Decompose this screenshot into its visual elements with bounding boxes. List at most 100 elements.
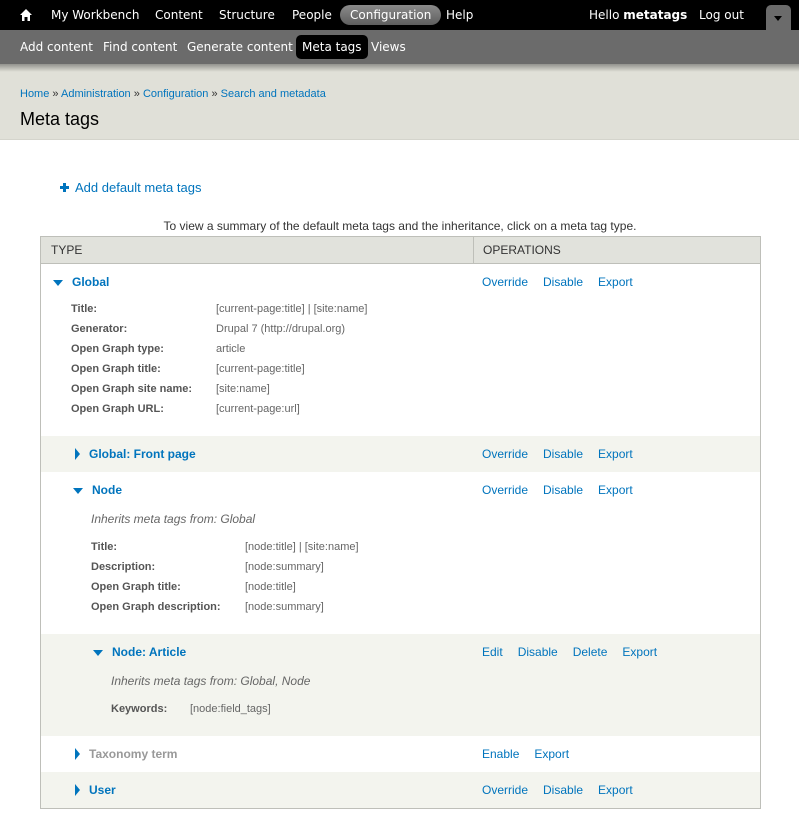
tag-value: article [216,343,246,355]
breadcrumb-search-and-metadata[interactable]: Search and metadata [221,88,326,100]
override-link[interactable]: Override [482,783,528,797]
export-link[interactable]: Export [534,747,569,761]
operations: Override Disable Export [482,445,648,463]
tag-value: [node:title] | [site:name] [245,541,359,553]
override-link[interactable]: Override [482,275,528,289]
tag-label: Title: [91,541,118,553]
toolbar-item-my-workbench[interactable]: My Workbench [51,0,139,30]
page-header: Home » Administration » Configuration » … [0,64,799,140]
tag-label: Keywords: [111,703,168,715]
type-name: Taxonomy term [89,747,178,761]
enable-link[interactable]: Enable [482,747,519,761]
breadcrumb-administration[interactable]: Administration [61,88,131,100]
plus-icon [60,183,69,192]
collapsed-triangle-icon [75,784,80,796]
table-row-global-front-page: Global: Front page Override Disable Export [41,436,760,472]
column-header-operations: Operations [483,243,561,257]
edit-link[interactable]: Edit [482,645,503,659]
tag-label: Open Graph description: [91,601,221,613]
table-header: Type Operations [41,237,760,264]
username[interactable]: metatags [623,8,687,22]
shortcut-views[interactable]: Views [365,35,412,59]
tag-label: Description: [91,561,156,573]
toolbar-item-help[interactable]: Help [446,0,473,30]
disable-link[interactable]: Disable [543,483,583,497]
disable-link[interactable]: Disable [518,645,558,659]
breadcrumb-separator: » [211,88,218,100]
tag-label: Open Graph site name: [71,383,193,395]
collapsed-triangle-icon [75,448,80,460]
operations: Override Disable Export [482,481,648,499]
expanded-triangle-icon [73,488,83,494]
type-toggle-node-article[interactable]: Node: Article [93,643,186,661]
tag-value: [site:name] [216,383,270,395]
meta-tags-table: Type Operations Global Override Disable Ex… [40,236,761,809]
home-icon[interactable] [19,8,33,22]
shortcuts-bar: Add content Find content Generate conten… [0,30,799,64]
disable-link[interactable]: Disable [543,275,583,289]
export-link[interactable]: Export [598,275,633,289]
tag-label: Generator: [71,323,128,335]
caret-down-icon [774,16,782,21]
shortcut-meta-tags[interactable]: Meta tags [296,35,368,59]
operations: Edit Disable Delete Export [482,643,672,661]
greeting-prefix: Hello [589,8,620,22]
shortcut-add-content[interactable]: Add content [14,35,99,59]
logout-link[interactable]: Log out [699,0,744,30]
operations: Override Disable Export [482,273,648,291]
toolbar-item-people[interactable]: People [292,0,332,30]
add-default-meta-tags-label: Add default meta tags [75,180,202,195]
admin-toolbar: My Workbench Content Structure People Co… [0,0,799,30]
delete-link[interactable]: Delete [573,645,608,659]
toolbar-shadow [0,64,799,72]
operations: Override Disable Export [482,781,648,799]
export-link[interactable]: Export [622,645,657,659]
type-toggle-global-front-page[interactable]: Global: Front page [75,445,196,463]
disable-link[interactable]: Disable [543,783,583,797]
tag-value: [current-page:title] [216,363,305,375]
breadcrumb: Home » Administration » Configuration » … [20,88,326,100]
type-toggle-taxonomy-term[interactable]: Taxonomy term [75,745,177,763]
type-toggle-node[interactable]: Node [73,481,122,499]
type-name: Global: Front page [89,447,196,461]
table-row-taxonomy-term: Taxonomy term Enable Export [41,736,760,772]
toolbar-item-configuration[interactable]: Configuration [340,5,442,25]
tag-label: Open Graph title: [71,363,161,375]
toolbar-item-structure[interactable]: Structure [219,0,275,30]
expanded-triangle-icon [93,650,103,656]
breadcrumb-home[interactable]: Home [20,88,49,100]
export-link[interactable]: Export [598,447,633,461]
column-header-type: Type [51,243,83,257]
toolbar-item-content[interactable]: Content [155,0,203,30]
type-name: Node [92,483,122,497]
disable-link[interactable]: Disable [543,447,583,461]
table-row-user: User Override Disable Export [41,772,760,808]
breadcrumb-separator: » [52,88,59,100]
shortcuts-drawer-toggle[interactable] [766,5,791,30]
table-row-node-article: Node: Article Edit Disable Delete Export In… [41,634,760,736]
shortcut-generate-content[interactable]: Generate content [181,35,299,59]
user-greeting: Hello metatags [589,0,687,30]
type-name: Node: Article [112,645,187,659]
add-default-meta-tags-link[interactable]: Add default meta tags [60,180,201,195]
column-divider [473,237,474,263]
tag-label: Open Graph title: [91,581,181,593]
tag-label: Open Graph URL: [71,403,164,415]
type-toggle-user[interactable]: User [75,781,116,799]
override-link[interactable]: Override [482,483,528,497]
export-link[interactable]: Export [598,483,633,497]
type-toggle-global[interactable]: Global [53,273,109,291]
type-name: Global [72,275,110,289]
tag-label: Title: [71,303,98,315]
shortcut-find-content[interactable]: Find content [97,35,183,59]
tag-value: [node:field_tags] [190,703,271,715]
export-link[interactable]: Export [598,783,633,797]
type-name: User [89,783,116,797]
table-row-node: Node Override Disable Export Inherits meta… [41,472,760,634]
breadcrumb-separator: » [133,88,140,100]
override-link[interactable]: Override [482,447,528,461]
intro-text: To view a summary of the default meta ta… [163,219,637,233]
tag-value: [current-page:url] [216,403,300,415]
page-title: Meta tags [20,109,100,129]
breadcrumb-configuration[interactable]: Configuration [143,88,208,100]
